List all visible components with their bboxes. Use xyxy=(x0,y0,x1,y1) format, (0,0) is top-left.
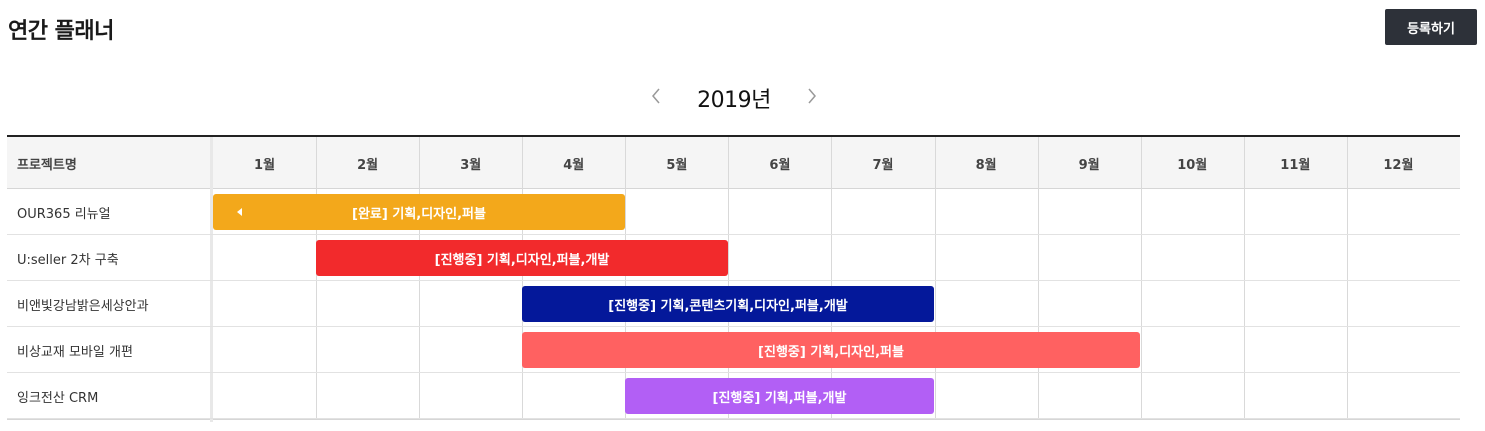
project-name[interactable]: U:seller 2차 구축 xyxy=(17,249,119,268)
schedule-bar-label: [진행중] 기획,디자인,퍼블 xyxy=(758,344,904,360)
register-button[interactable]: 등록하기 xyxy=(1385,9,1477,45)
table-row: 잉크전산 CRM [진행중] 기획,퍼블,개발 xyxy=(7,373,1460,419)
month-header-9: 9월 xyxy=(1078,157,1100,173)
table-row: OUR365 리뉴얼 [완료] 기획,디자인,퍼블 xyxy=(7,189,1460,235)
schedule-bar-label: [진행중] 기획,콘텐츠기획,디자인,퍼블,개발 xyxy=(608,298,848,314)
month-header-4: 4월 xyxy=(563,157,585,173)
month-header-11: 11월 xyxy=(1280,157,1311,173)
month-header-12: 12월 xyxy=(1383,157,1414,173)
project-name[interactable]: 비상교재 모바일 개편 xyxy=(17,341,133,360)
project-name-header: 프로젝트명 xyxy=(17,158,77,173)
month-header-5: 5월 xyxy=(666,157,688,173)
month-header-10: 10월 xyxy=(1177,157,1208,173)
schedule-bar-label: [진행중] 기획,디자인,퍼블,개발 xyxy=(434,252,610,268)
chevron-right-icon[interactable] xyxy=(800,84,824,108)
page-title: 연간 플래너 xyxy=(8,19,114,44)
year-navigator: 2019년 xyxy=(0,80,1485,114)
month-header-3: 3월 xyxy=(460,157,482,173)
month-header-6: 6월 xyxy=(769,157,791,173)
annual-planner-table: 프로젝트명 1월 2월 3월 4월 5월 6월 7월 8월 9월 10월 11월 12월 OUR365… xyxy=(7,135,1460,422)
schedule-bar-label: [완료] 기획,디자인,퍼블 xyxy=(352,206,486,222)
table-row: 비상교재 모바일 개편 [진행중] 기획,디자인,퍼블 xyxy=(7,327,1460,373)
schedule-bar[interactable]: [진행중] 기획,디자인,퍼블,개발 xyxy=(316,240,728,276)
schedule-bar[interactable]: [완료] 기획,디자인,퍼블 xyxy=(213,194,625,230)
table-row: U:seller 2차 구축 [진행중] 기획,디자인,퍼블,개발 xyxy=(7,235,1460,281)
year-label: 2019년 xyxy=(697,88,771,113)
month-header-1: 1월 xyxy=(254,157,276,173)
table-header-row: 프로젝트명 1월 2월 3월 4월 5월 6월 7월 8월 9월 10월 11월 12월 xyxy=(7,137,1460,189)
schedule-bar-label: [진행중] 기획,퍼블,개발 xyxy=(712,390,847,406)
name-column-header: 프로젝트명 xyxy=(7,137,210,188)
project-name[interactable]: OUR365 리뉴얼 xyxy=(17,203,111,222)
caret-left-icon xyxy=(237,208,242,216)
schedule-bar[interactable]: [진행중] 기획,디자인,퍼블 xyxy=(522,332,1140,368)
month-header-8: 8월 xyxy=(975,157,997,173)
schedule-bar[interactable]: [진행중] 기획,퍼블,개발 xyxy=(625,378,934,414)
month-header-2: 2월 xyxy=(357,157,379,173)
schedule-bar[interactable]: [진행중] 기획,콘텐츠기획,디자인,퍼블,개발 xyxy=(522,286,934,322)
project-name[interactable]: 비앤빛강남밝은세상안과 xyxy=(17,295,149,314)
project-name[interactable]: 잉크전산 CRM xyxy=(17,387,98,406)
month-header-7: 7월 xyxy=(872,157,894,173)
chevron-left-icon[interactable] xyxy=(644,84,668,108)
table-row: 비앤빛강남밝은세상안과 [진행중] 기획,콘텐츠기획,디자인,퍼블,개발 xyxy=(7,281,1460,327)
